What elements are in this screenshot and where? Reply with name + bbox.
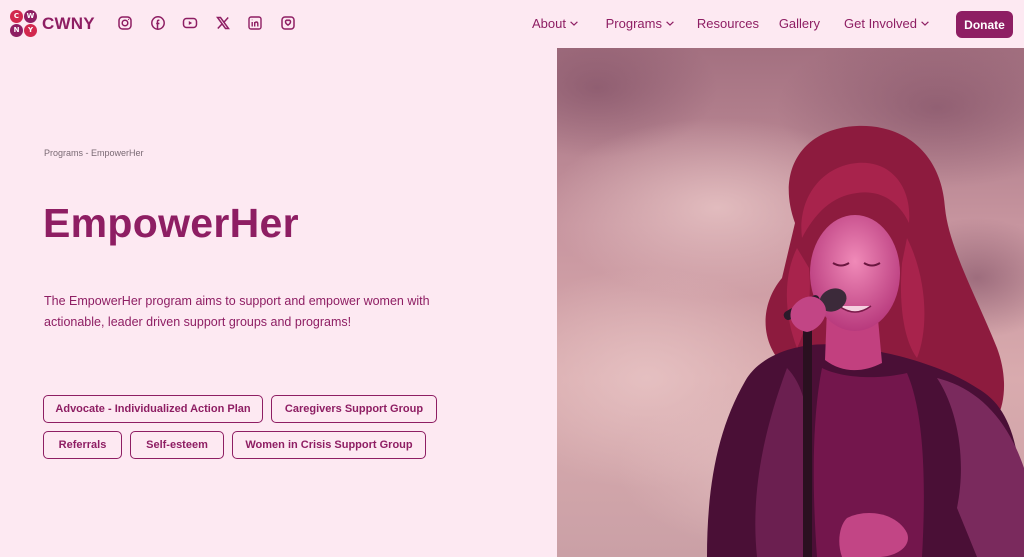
logo-text: CWNY: [42, 14, 95, 33]
donate-button[interactable]: Donate: [956, 11, 1013, 38]
link-icon[interactable]: [279, 14, 297, 32]
nav-item-resources[interactable]: Resources: [697, 16, 759, 31]
logo[interactable]: C W N Y CWNY: [10, 10, 95, 38]
breadcrumb: Programs - EmpowerHer: [44, 148, 144, 158]
chevron-down-icon: [570, 21, 578, 26]
linkedin-icon[interactable]: [246, 14, 264, 32]
nav-item-gallery[interactable]: Gallery: [779, 16, 820, 31]
nav-item-get-involved[interactable]: Get Involved: [844, 16, 929, 31]
social-links: [116, 14, 311, 32]
nav-item-label: Resources: [696, 16, 759, 31]
x-icon[interactable]: [214, 14, 232, 32]
nav-item-label: Gallery: [778, 16, 820, 31]
singer-photo: [557, 48, 1024, 557]
tag-referrals[interactable]: Referrals: [43, 431, 122, 459]
logo-letter: C: [10, 10, 23, 23]
chevron-down-icon: [666, 21, 674, 26]
nav-item-about[interactable]: About: [532, 16, 578, 31]
site-header: C W N Y CWNY About Programs Resources Ga…: [0, 0, 1024, 48]
tag-advocate[interactable]: Advocate - Individualized Action Plan: [43, 395, 263, 423]
youtube-icon[interactable]: [181, 14, 199, 32]
hero-image: [557, 48, 1024, 557]
logo-letter: N: [10, 24, 23, 37]
tag-caregivers-support-group[interactable]: Caregivers Support Group: [271, 395, 437, 423]
facebook-icon[interactable]: [149, 14, 167, 32]
chevron-down-icon: [921, 21, 929, 26]
page-title: EmpowerHer: [43, 200, 299, 246]
nav-item-label: Programs: [605, 16, 662, 31]
tag-women-in-crisis-support-group[interactable]: Women in Crisis Support Group: [232, 431, 426, 459]
logo-letter: W: [24, 10, 37, 23]
page-description: The EmpowerHer program aims to support a…: [44, 294, 430, 329]
tag-self-esteem[interactable]: Self-esteem: [130, 431, 224, 459]
logo-letter: Y: [24, 24, 37, 37]
instagram-icon[interactable]: [116, 14, 134, 32]
nav-item-label: About: [532, 16, 566, 31]
nav-item-programs[interactable]: Programs: [606, 16, 674, 31]
logo-mark: C W N Y: [10, 10, 38, 38]
nav-item-label: Get Involved: [844, 16, 917, 31]
